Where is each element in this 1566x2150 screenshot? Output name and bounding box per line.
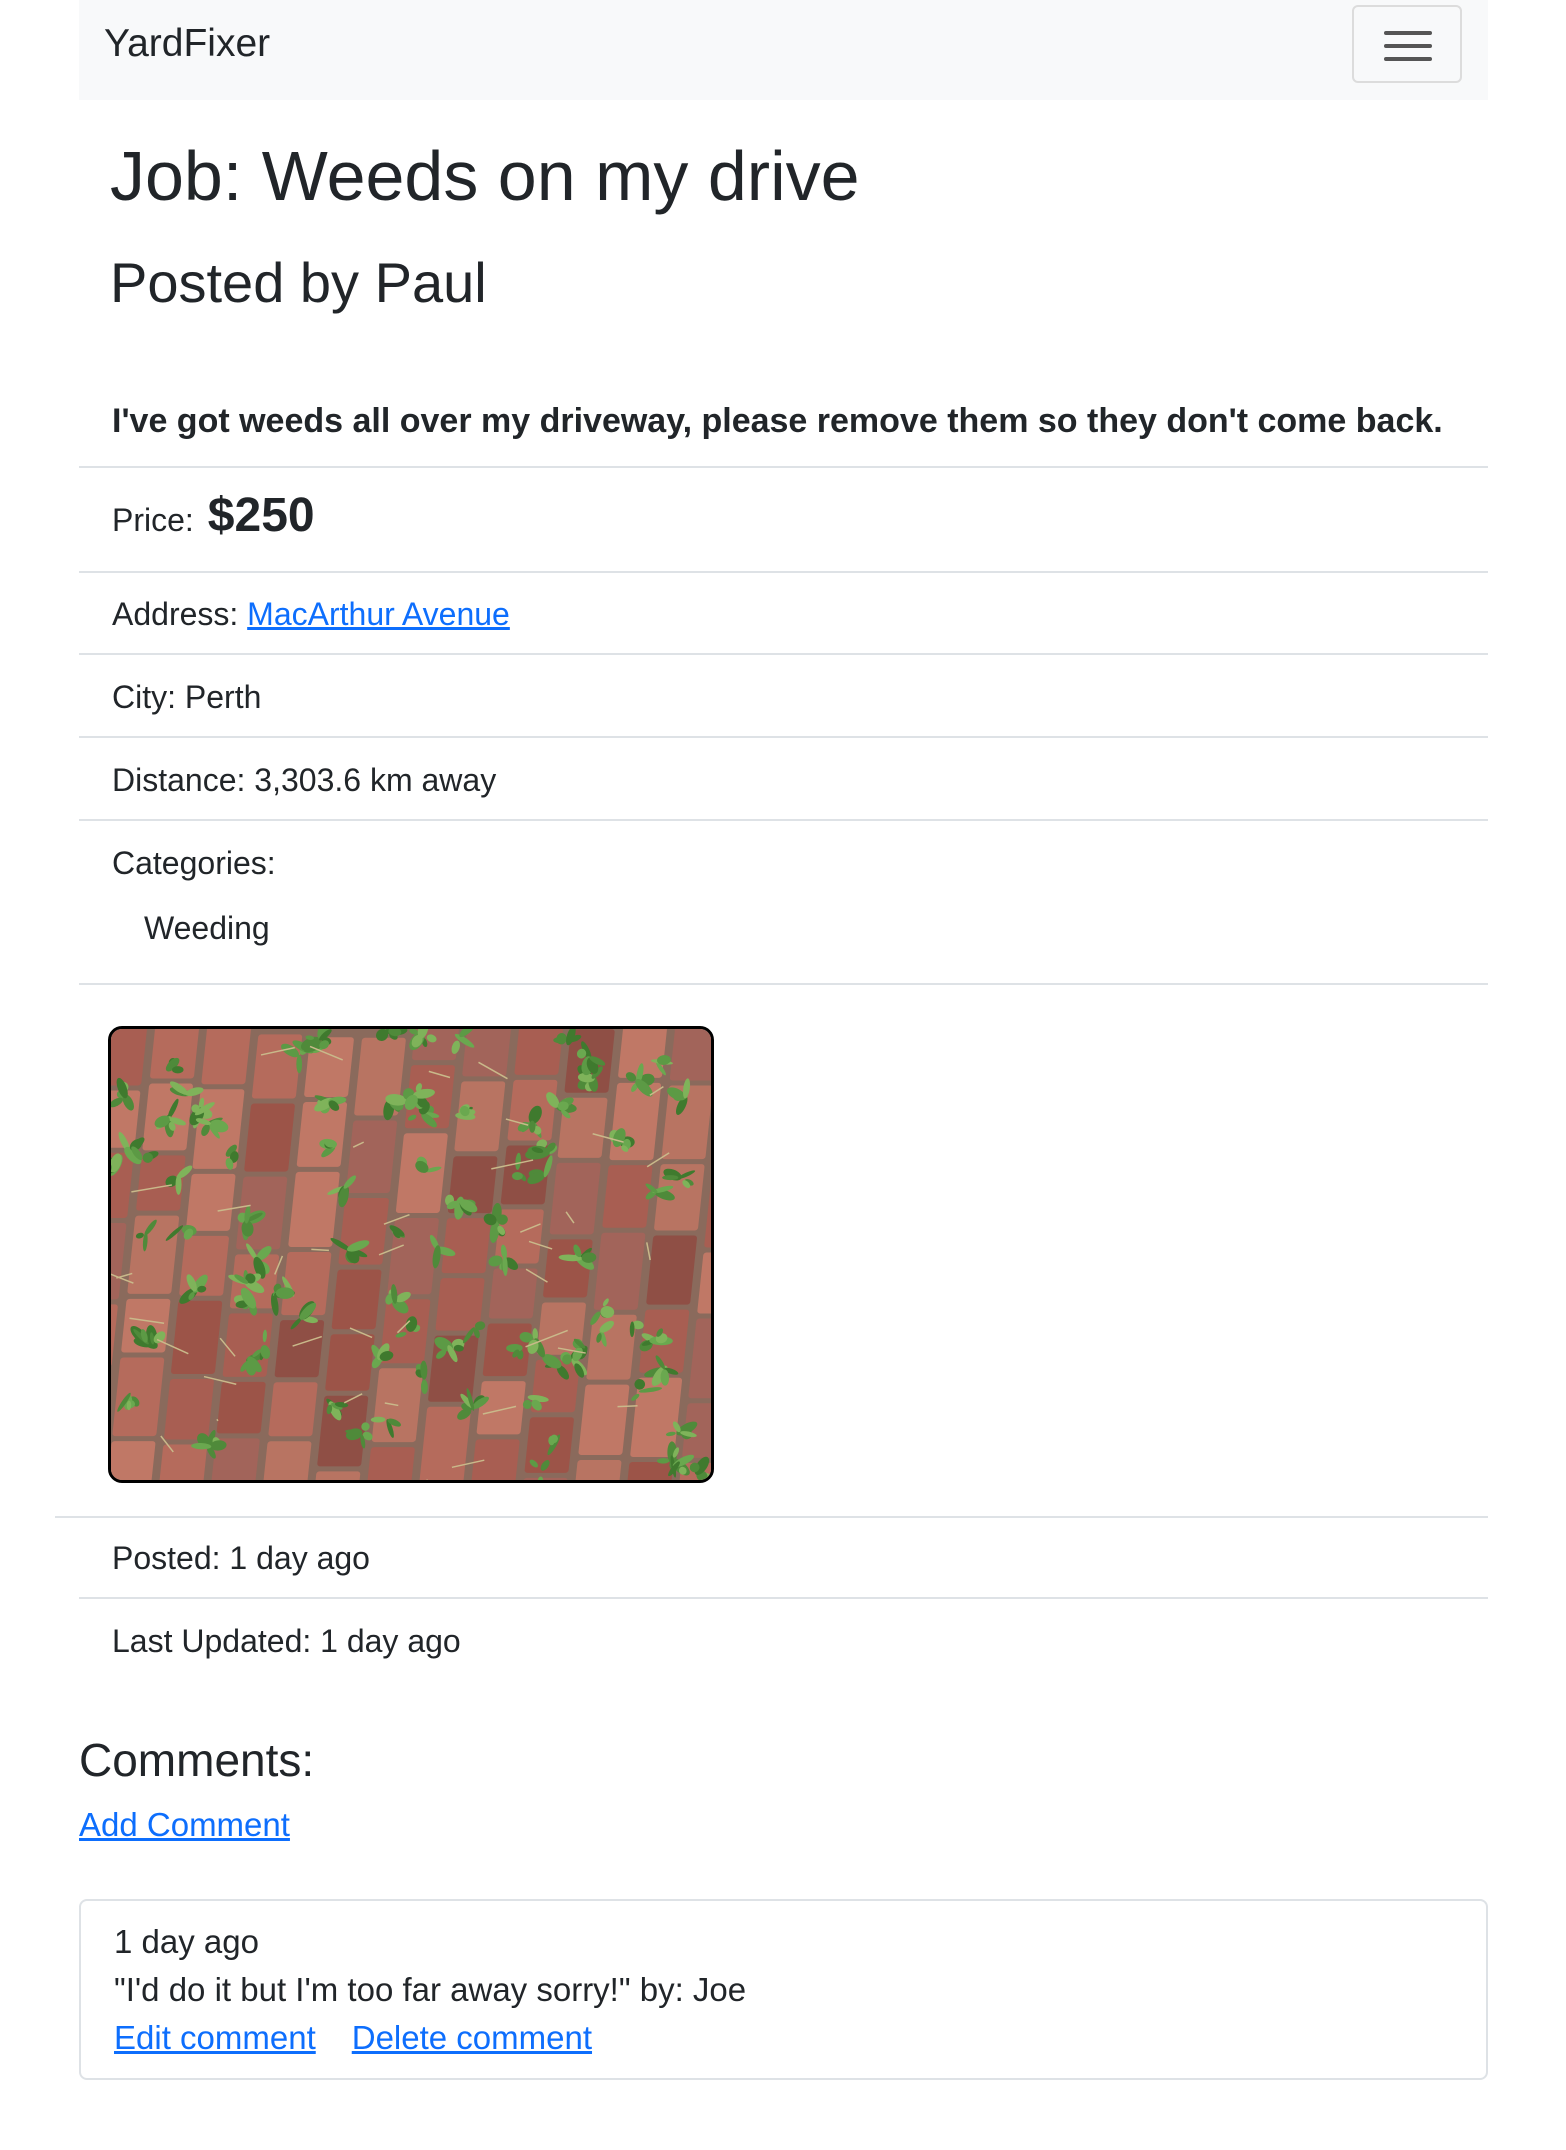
add-comment-link[interactable]: Add Comment	[79, 1806, 290, 1844]
price-label: Price:	[112, 502, 194, 538]
posted-time: Posted: 1 day ago	[112, 1540, 370, 1576]
address-row: Address: MacArthur Avenue	[112, 596, 510, 633]
job-description: I've got weeds all over my driveway, ple…	[112, 402, 1443, 440]
comment-time: 1 day ago	[114, 1923, 259, 1960]
divider	[79, 653, 1488, 655]
divider	[79, 1597, 1488, 1599]
posted-by: Posted by Paul	[110, 251, 487, 314]
delete-comment-link[interactable]: Delete comment	[352, 2019, 592, 2056]
divider	[55, 1516, 1488, 1518]
job-photo	[108, 1026, 714, 1483]
price-row: Price: $250	[112, 488, 315, 543]
last-updated-time: Last Updated: 1 day ago	[112, 1623, 461, 1659]
navbar: YardFixer	[79, 0, 1488, 100]
categories-label: Categories:	[112, 845, 276, 881]
comment-text: "I'd do it but I'm too far away sorry!" …	[114, 1971, 747, 2008]
brand-link[interactable]: YardFixer	[104, 22, 270, 66]
job-title: Job: Weeds on my drive	[110, 137, 860, 215]
address-link[interactable]: MacArthur Avenue	[247, 596, 510, 632]
edit-comment-link[interactable]: Edit comment	[114, 2019, 316, 2056]
city: City: Perth	[112, 679, 262, 715]
comment-actions: Edit comment Delete comment	[114, 2019, 628, 2057]
category-item: Weeding	[144, 910, 270, 946]
divider	[79, 983, 1488, 985]
price-value: $250	[207, 489, 315, 542]
comments-heading: Comments:	[79, 1734, 315, 1786]
comment-card: 1 day ago "I'd do it but I'm too far awa…	[79, 1899, 1488, 2080]
hamburger-menu-icon	[1384, 31, 1432, 35]
driveway-weeds-image	[111, 1029, 711, 1480]
divider	[79, 571, 1488, 573]
divider	[79, 466, 1488, 468]
address-label: Address:	[112, 596, 239, 632]
divider	[79, 819, 1488, 821]
divider	[79, 736, 1488, 738]
distance: Distance: 3,303.6 km away	[112, 762, 497, 798]
navbar-toggler-button[interactable]	[1352, 5, 1462, 83]
